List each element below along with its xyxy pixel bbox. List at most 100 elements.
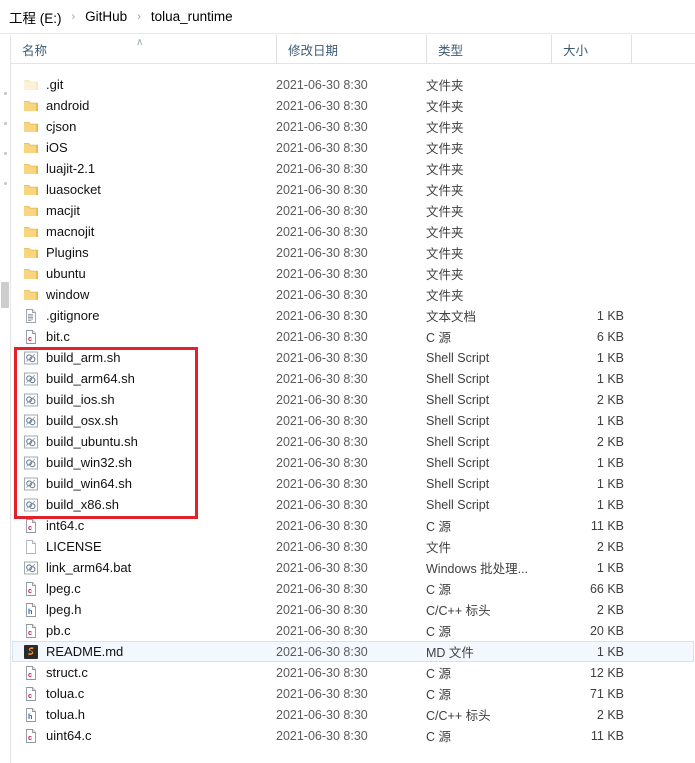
file-date-modified: 2021-06-30 8:30 bbox=[276, 203, 368, 218]
file-name-cell[interactable]: h lpeg.h bbox=[13, 602, 275, 618]
file-name-cell[interactable]: macnojit bbox=[13, 224, 275, 240]
file-type: 文件夹 bbox=[426, 205, 464, 219]
file-name-cell[interactable]: README.md bbox=[13, 644, 275, 660]
folder-icon bbox=[23, 224, 39, 240]
file-name-cell[interactable]: build_arm.sh bbox=[13, 350, 275, 366]
file-row-selected[interactable]: README.md 2021-06-30 8:30 MD 文件 1 KB bbox=[12, 641, 694, 662]
file-name-cell[interactable]: build_win64.sh bbox=[13, 476, 275, 492]
file-name-cell[interactable]: window bbox=[13, 287, 275, 303]
file-date-modified: 2021-06-30 8:30 bbox=[276, 623, 368, 638]
file-row[interactable]: c bit.c 2021-06-30 8:30 C 源 6 KB bbox=[12, 326, 694, 347]
file-name-cell[interactable]: c lpeg.c bbox=[13, 581, 275, 597]
file-type: MD 文件 bbox=[426, 646, 474, 660]
file-name-cell[interactable]: ubuntu bbox=[13, 266, 275, 282]
file-name-cell[interactable]: build_x86.sh bbox=[13, 497, 275, 513]
file-row[interactable]: build_arm64.sh 2021-06-30 8:30 Shell Scrip… bbox=[12, 368, 694, 389]
file-row[interactable]: build_arm.sh 2021-06-30 8:30 Shell Script 1… bbox=[12, 347, 694, 368]
file-name-cell[interactable]: macjit bbox=[13, 203, 275, 219]
file-date-modified: 2021-06-30 8:30 bbox=[276, 539, 368, 554]
file-row[interactable]: build_osx.sh 2021-06-30 8:30 Shell Script 1… bbox=[12, 410, 694, 431]
file-name-label: pb.c bbox=[46, 623, 71, 638]
file-row[interactable]: c lpeg.c 2021-06-30 8:30 C 源 66 KB bbox=[12, 578, 694, 599]
h-header-icon: h bbox=[23, 602, 39, 618]
file-row[interactable]: Plugins 2021-06-30 8:30 文件夹 bbox=[12, 242, 694, 263]
file-row[interactable]: build_win32.sh 2021-06-30 8:30 Shell Scrip… bbox=[12, 452, 694, 473]
file-row[interactable]: link_arm64.bat 2021-06-30 8:30 Windows 批处理… bbox=[12, 557, 694, 578]
file-row[interactable]: LICENSE 2021-06-30 8:30 文件 2 KB bbox=[12, 536, 694, 557]
breadcrumb-item-github[interactable]: GitHub bbox=[82, 7, 130, 26]
file-name-cell[interactable]: build_ubuntu.sh bbox=[13, 434, 275, 450]
file-row[interactable]: android 2021-06-30 8:30 文件夹 bbox=[12, 95, 694, 116]
file-size: 2 KB bbox=[596, 392, 624, 407]
file-name-cell[interactable]: c int64.c bbox=[13, 518, 275, 534]
file-row[interactable]: window 2021-06-30 8:30 文件夹 bbox=[12, 284, 694, 305]
file-row[interactable]: c struct.c 2021-06-30 8:30 C 源 12 KB bbox=[12, 662, 694, 683]
file-size: 1 KB bbox=[596, 371, 624, 386]
file-type: Shell Script bbox=[426, 392, 490, 407]
file-name-cell[interactable]: c bit.c bbox=[13, 329, 275, 345]
file-row[interactable]: .gitignore 2021-06-30 8:30 文本文档 1 KB bbox=[12, 305, 694, 326]
folder-icon bbox=[23, 203, 39, 219]
file-name-cell[interactable]: build_ios.sh bbox=[13, 392, 275, 408]
file-row[interactable]: ubuntu 2021-06-30 8:30 文件夹 bbox=[12, 263, 694, 284]
breadcrumb-item-tolua-runtime[interactable]: tolua_runtime bbox=[148, 7, 236, 26]
file-row[interactable]: iOS 2021-06-30 8:30 文件夹 bbox=[12, 137, 694, 158]
file-type: 文件夹 bbox=[426, 226, 464, 240]
navigation-pane-edge[interactable] bbox=[0, 35, 11, 763]
file-list[interactable]: .git 2021-06-30 8:30 文件夹 android 2021-06-30 … bbox=[11, 65, 695, 763]
navigation-pane-scrollbar-thumb[interactable] bbox=[1, 282, 9, 308]
file-row[interactable]: c uint64.c 2021-06-30 8:30 C 源 11 KB bbox=[12, 725, 694, 746]
file-row[interactable]: macjit 2021-06-30 8:30 文件夹 bbox=[12, 200, 694, 221]
file-row[interactable]: c int64.c 2021-06-30 8:30 C 源 11 KB bbox=[12, 515, 694, 536]
file-name-label: bit.c bbox=[46, 329, 70, 344]
file-row[interactable]: c tolua.c 2021-06-30 8:30 C 源 71 KB bbox=[12, 683, 694, 704]
file-name-cell[interactable]: luasocket bbox=[13, 182, 275, 198]
file-name-cell[interactable]: h tolua.h bbox=[13, 707, 275, 723]
file-type: 文件夹 bbox=[426, 184, 464, 198]
file-row[interactable]: c pb.c 2021-06-30 8:30 C 源 20 KB bbox=[12, 620, 694, 641]
file-name-cell[interactable]: link_arm64.bat bbox=[13, 560, 275, 576]
file-row[interactable]: h tolua.h 2021-06-30 8:30 C/C++ 标头 2 KB bbox=[12, 704, 694, 725]
file-name-cell[interactable]: c uint64.c bbox=[13, 728, 275, 744]
file-name-cell[interactable]: iOS bbox=[13, 140, 275, 156]
file-name-cell[interactable]: build_osx.sh bbox=[13, 413, 275, 429]
file-row[interactable]: build_ios.sh 2021-06-30 8:30 Shell Script 2… bbox=[12, 389, 694, 410]
column-header-date-modified[interactable]: 修改日期 bbox=[276, 34, 426, 64]
file-row[interactable]: luasocket 2021-06-30 8:30 文件夹 bbox=[12, 179, 694, 200]
file-row[interactable]: build_x86.sh 2021-06-30 8:30 Shell Script 1… bbox=[12, 494, 694, 515]
address-bar[interactable]: 工程 (E:) › GitHub › tolua_runtime bbox=[0, 0, 695, 34]
file-row[interactable]: build_win64.sh 2021-06-30 8:30 Shell Scrip… bbox=[12, 473, 694, 494]
file-name-cell[interactable]: c struct.c bbox=[13, 665, 275, 681]
breadcrumb-item-drive[interactable]: 工程 (E:) bbox=[6, 5, 65, 29]
file-name-cell[interactable]: luajit-2.1 bbox=[13, 161, 275, 177]
file-size: 11 KB bbox=[590, 728, 624, 743]
file-date-modified: 2021-06-30 8:30 bbox=[276, 182, 368, 197]
file-name-cell[interactable]: Plugins bbox=[13, 245, 275, 261]
file-name-cell[interactable]: c pb.c bbox=[13, 623, 275, 639]
file-name-cell[interactable]: .gitignore bbox=[13, 308, 275, 324]
column-header-name[interactable]: 名称 ∧ bbox=[11, 35, 276, 64]
file-row[interactable]: macnojit 2021-06-30 8:30 文件夹 bbox=[12, 221, 694, 242]
file-date-modified: 2021-06-30 8:30 bbox=[276, 266, 368, 281]
file-type: Shell Script bbox=[426, 497, 490, 512]
file-name-cell[interactable]: cjson bbox=[13, 119, 275, 135]
file-name-cell[interactable]: LICENSE bbox=[13, 539, 275, 555]
file-row[interactable]: build_ubuntu.sh 2021-06-30 8:30 Shell Scri… bbox=[12, 431, 694, 452]
file-size: 20 KB bbox=[589, 623, 624, 638]
file-size: 2 KB bbox=[596, 707, 624, 722]
file-size: 12 KB bbox=[589, 665, 624, 680]
file-name-cell[interactable]: android bbox=[13, 98, 275, 114]
file-row[interactable]: .git 2021-06-30 8:30 文件夹 bbox=[12, 74, 694, 95]
file-name-cell[interactable]: build_arm64.sh bbox=[13, 371, 275, 387]
file-date-modified: 2021-06-30 8:30 bbox=[276, 665, 368, 680]
file-name-cell[interactable]: build_win32.sh bbox=[13, 455, 275, 471]
file-row[interactable]: luajit-2.1 2021-06-30 8:30 文件夹 bbox=[12, 158, 694, 179]
file-row[interactable]: h lpeg.h 2021-06-30 8:30 C/C++ 标头 2 KB bbox=[12, 599, 694, 620]
folder-icon bbox=[23, 140, 39, 156]
file-name-cell[interactable]: c tolua.c bbox=[13, 686, 275, 702]
column-header-type[interactable]: 类型 bbox=[426, 34, 551, 64]
column-header-size[interactable]: 大小 bbox=[551, 34, 631, 64]
file-date-modified: 2021-06-30 8:30 bbox=[276, 245, 368, 260]
file-row[interactable]: cjson 2021-06-30 8:30 文件夹 bbox=[12, 116, 694, 137]
file-name-cell[interactable]: .git bbox=[13, 77, 275, 93]
